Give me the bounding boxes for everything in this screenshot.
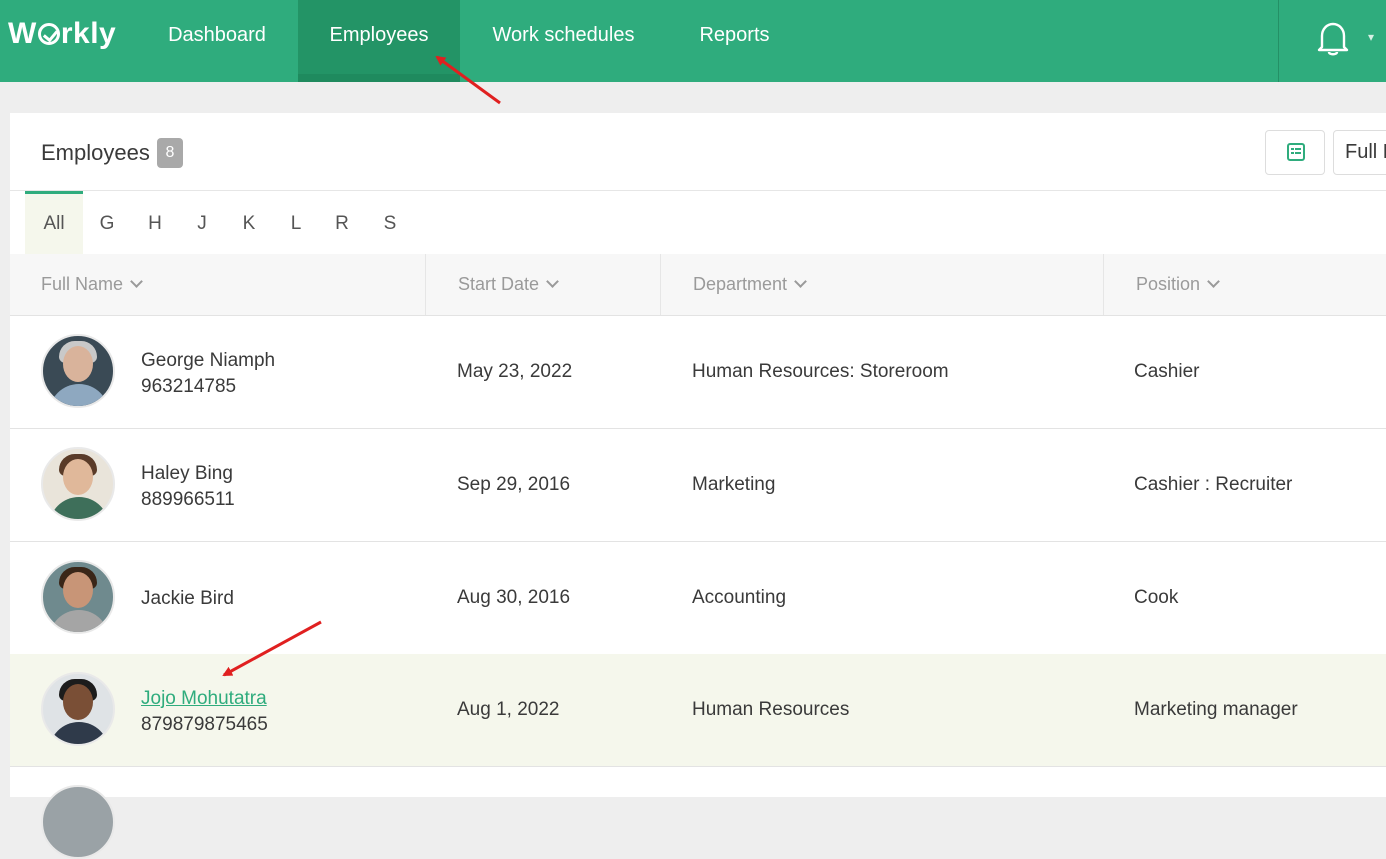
table-row[interactable]: George Niamph 963214785 May 23, 2022 Hum… xyxy=(10,316,1386,429)
letter-filter-s[interactable]: S xyxy=(375,191,405,254)
column-header-label: Full Name xyxy=(41,274,124,294)
chevron-down-icon xyxy=(546,275,559,288)
letter-filter: All G H J K L R S xyxy=(10,191,1386,254)
card-header: Employees 8 Full Name xyxy=(10,113,1386,191)
avatar xyxy=(41,785,115,859)
bell-icon[interactable] xyxy=(1316,20,1350,56)
letter-filter-l[interactable]: L xyxy=(281,191,311,254)
table-row[interactable]: Jojo Mohutatra 879879875465 Aug 1, 2022 … xyxy=(10,654,1386,767)
list-view-button[interactable] xyxy=(1265,130,1325,175)
column-header-department[interactable]: Department xyxy=(661,254,1104,315)
column-header-full-name[interactable]: Full Name xyxy=(10,254,426,315)
position-cell: Marketing manager xyxy=(1134,699,1298,720)
employees-card: Employees 8 Full Name All G H J K L R S … xyxy=(10,113,1386,859)
start-date-cell: Sep 29, 2016 xyxy=(457,474,571,495)
position-cell: Cashier xyxy=(1134,361,1200,382)
column-header-label: Start Date xyxy=(458,274,540,294)
letter-filter-k[interactable]: K xyxy=(234,191,264,254)
employee-count-badge: 8 xyxy=(157,138,183,168)
nav-dashboard-label: Dashboard xyxy=(168,24,266,46)
checkmark-icon xyxy=(37,23,60,45)
chevron-down-icon xyxy=(1207,275,1220,288)
position-cell: Cook xyxy=(1134,587,1179,608)
department-cell: Human Resources xyxy=(692,699,850,720)
nav-reports-label: Reports xyxy=(699,24,770,46)
avatar xyxy=(41,560,115,634)
employee-name[interactable]: George Niamph xyxy=(141,350,275,372)
employee-phone: 889966511 xyxy=(141,489,235,510)
start-date-cell: Aug 1, 2022 xyxy=(457,699,560,720)
employee-name-link[interactable]: Jojo Mohutatra xyxy=(141,688,267,710)
nav-work-schedules[interactable]: Work schedules xyxy=(460,0,667,82)
start-date-cell: Aug 30, 2016 xyxy=(457,587,571,608)
avatar xyxy=(41,334,115,408)
employee-name[interactable]: Haley Bing xyxy=(141,463,233,485)
page-title: Employees xyxy=(41,140,150,165)
nav-dashboard[interactable]: Dashboard xyxy=(137,0,297,82)
avatar xyxy=(41,672,115,746)
column-header-label: Position xyxy=(1136,274,1201,294)
column-header-start-date[interactable]: Start Date xyxy=(426,254,661,315)
nav-work-schedules-label: Work schedules xyxy=(492,24,635,46)
employee-phone: 879879875465 xyxy=(141,714,268,735)
top-navbar: Wrkly Dashboard Employees Work schedules… xyxy=(0,0,1386,82)
start-date-cell: May 23, 2022 xyxy=(457,361,573,382)
nav-employees[interactable]: Employees xyxy=(298,0,460,82)
department-cell: Accounting xyxy=(692,587,787,608)
table-header: Full Name Start Date Department Position xyxy=(10,254,1386,317)
avatar xyxy=(41,447,115,521)
list-view-icon xyxy=(1287,143,1305,161)
nav-divider xyxy=(1278,0,1279,82)
table-row[interactable]: Jackie Bird Aug 30, 2016 Accounting Cook xyxy=(10,542,1386,655)
letter-filter-r[interactable]: R xyxy=(327,191,357,254)
column-header-label: Department xyxy=(693,274,788,294)
nav-employees-label: Employees xyxy=(329,24,429,46)
position-cell: Cashier : Recruiter xyxy=(1134,474,1293,495)
chevron-down-icon[interactable]: ▾ xyxy=(1368,30,1374,44)
letter-filter-j[interactable]: J xyxy=(187,191,217,254)
letter-filter-all[interactable]: All xyxy=(25,191,83,254)
app-logo[interactable]: Wrkly xyxy=(8,14,116,54)
nav-reports[interactable]: Reports xyxy=(667,0,802,82)
department-cell: Human Resources: Storeroom xyxy=(692,361,949,382)
column-header-position[interactable]: Position xyxy=(1104,254,1386,315)
employee-name[interactable]: Jackie Bird xyxy=(141,588,234,610)
letter-filter-h[interactable]: H xyxy=(140,191,170,254)
chevron-down-icon xyxy=(130,275,143,288)
letter-filter-g[interactable]: G xyxy=(92,191,122,254)
department-cell: Marketing xyxy=(692,474,776,495)
sort-select[interactable]: Full Name xyxy=(1333,130,1386,175)
employee-phone: 963214785 xyxy=(141,376,237,397)
table-row[interactable]: Haley Bing 889966511 Sep 29, 2016 Market… xyxy=(10,429,1386,542)
table-row[interactable] xyxy=(10,767,1386,859)
chevron-down-icon xyxy=(794,275,807,288)
